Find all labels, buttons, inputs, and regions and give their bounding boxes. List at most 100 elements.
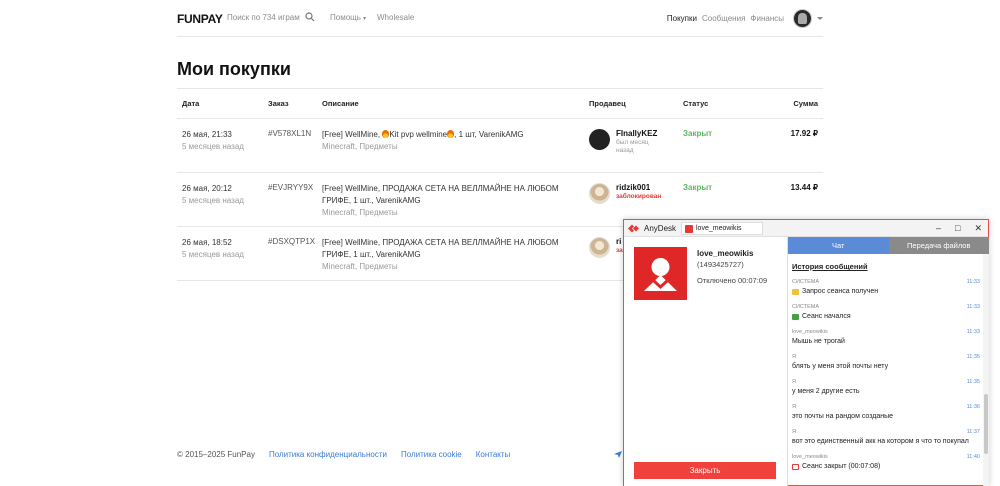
cookie-link[interactable]: Политика cookie bbox=[401, 450, 462, 459]
message-text: у меня 2 другие есть bbox=[792, 388, 860, 395]
seller-avatar[interactable] bbox=[589, 183, 610, 204]
close-session-button[interactable]: Закрыть bbox=[634, 462, 776, 479]
logo-text: FUNPAY bbox=[177, 12, 223, 26]
message-sender: love_meowikis bbox=[792, 454, 828, 460]
message-sender: Я bbox=[792, 429, 796, 435]
order-id[interactable]: #EVJRYY9X bbox=[268, 183, 313, 192]
chat-message: СИСТЕМА 11:33 Сеанс начался bbox=[792, 304, 980, 320]
seller-info: FInallyKEZ был месяц назад bbox=[616, 129, 664, 155]
scrollbar-thumb[interactable] bbox=[984, 394, 988, 454]
close-icon[interactable]: ✕ bbox=[974, 223, 982, 234]
session-panel: love_meowikis (1493425727) Отключено 00:… bbox=[624, 237, 787, 486]
session-started-icon bbox=[792, 313, 799, 320]
message-meta: love_meowikis 11:40 bbox=[792, 454, 980, 460]
session-tab[interactable]: love_meowikis bbox=[681, 222, 763, 235]
nav-messages[interactable]: Сообщения bbox=[702, 14, 745, 23]
chevron-down-icon[interactable] bbox=[817, 17, 823, 20]
message-meta: Я 11:35 bbox=[792, 379, 980, 385]
chat-message: love_meowikis 11:40 Сеанс закрыт (00:07:0… bbox=[792, 454, 980, 470]
message-body: Сеанс закрыт (00:07:08) bbox=[792, 463, 980, 470]
chat-message: Я 11:37 вот это единственный акк на котор… bbox=[792, 429, 980, 445]
col-sum: Сумма bbox=[793, 99, 818, 108]
session-closed-icon bbox=[792, 463, 799, 470]
search-icon[interactable] bbox=[305, 12, 315, 22]
search-input[interactable]: Поиск по 734 играм bbox=[227, 13, 300, 22]
tab-file-transfer[interactable]: Передача файлов bbox=[888, 237, 989, 254]
order-id[interactable]: #DSXQTP1X bbox=[268, 237, 315, 246]
avatar[interactable] bbox=[793, 9, 812, 28]
copyright: © 2015–2025 FunPay bbox=[177, 450, 255, 459]
order-description: [Free] WellMine, ПРОДАЖА СЕТА НА ВЕЛЛМАЙ… bbox=[322, 183, 580, 219]
seller[interactable]: ridzik001 заблокирован bbox=[589, 183, 664, 204]
message-sender: Я bbox=[792, 404, 796, 410]
description-category: Minecraft, Предметы bbox=[322, 142, 398, 151]
wholesale-link[interactable]: Wholesale bbox=[377, 13, 414, 22]
message-body: у меня 2 другие есть bbox=[792, 388, 980, 395]
telegram-icon[interactable] bbox=[614, 450, 622, 458]
maximize-icon[interactable]: □ bbox=[955, 223, 960, 234]
date-ago: 5 месяцев назад bbox=[182, 250, 244, 259]
anydesk-window: AnyDesk love_meowikis – □ ✕ love_meowiki… bbox=[623, 219, 989, 486]
message-body: Мышь не трогай bbox=[792, 338, 980, 345]
seller-avatar[interactable] bbox=[589, 129, 610, 150]
date-ago: 5 месяцев назад bbox=[182, 142, 244, 151]
connection-state: Отключено 00:07:09 bbox=[697, 276, 768, 285]
message-meta: love_meowikis 11:33 bbox=[792, 329, 980, 335]
nav-finances[interactable]: Финансы bbox=[750, 14, 784, 23]
col-seller: Продавец bbox=[589, 99, 626, 108]
message-text: Мышь не трогай bbox=[792, 338, 845, 345]
chevron-down-icon: ▾ bbox=[363, 16, 367, 22]
session-icon bbox=[685, 225, 693, 233]
desc-part: [Free] WellMine, bbox=[322, 130, 383, 139]
message-meta: СИСТЕМА 11:33 bbox=[792, 279, 980, 285]
message-text: Запрос сеанса получен bbox=[802, 288, 879, 295]
contacts-link[interactable]: Контакты bbox=[476, 450, 511, 459]
user-avatar-icon bbox=[644, 258, 677, 291]
seller-name[interactable]: ridzik001 bbox=[616, 183, 664, 193]
chat-panel: Чат Передача файлов История сообщений СИ… bbox=[787, 237, 989, 486]
anydesk-titlebar[interactable]: AnyDesk love_meowikis – □ ✕ bbox=[624, 220, 988, 237]
help-menu[interactable]: Помощь ▾ bbox=[330, 13, 366, 22]
message-body: Запрос сеанса получен bbox=[792, 288, 980, 295]
desc-part: , 1 шт, VarenikAMG bbox=[454, 130, 524, 139]
order-date: 26 мая, 21:33 5 месяцев назад bbox=[182, 129, 244, 153]
message-sender: СИСТЕМА bbox=[792, 304, 819, 310]
message-text: это почты на рандом созданые bbox=[792, 413, 894, 420]
seller[interactable]: FInallyKEZ был месяц назад bbox=[589, 129, 664, 155]
funpay-logo[interactable]: FUNPAY bbox=[177, 12, 223, 26]
status-badge: Закрыт bbox=[683, 183, 713, 192]
message-meta: Я 11:37 bbox=[792, 429, 980, 435]
order-date: 26 мая, 20:12 5 месяцев назад bbox=[182, 183, 244, 207]
order-id[interactable]: #V578XL1N bbox=[268, 129, 311, 138]
tab-chat[interactable]: Чат bbox=[788, 237, 889, 254]
seller-info: ridzik001 заблокирован bbox=[616, 183, 664, 204]
table-row[interactable]: 26 мая, 21:33 5 месяцев назад #V578XL1N … bbox=[177, 119, 823, 173]
session-request-icon bbox=[792, 288, 799, 295]
privacy-link[interactable]: Политика конфиденциальности bbox=[269, 450, 387, 459]
order-sum: 17.92 ₽ bbox=[790, 129, 818, 138]
message-sender: Я bbox=[792, 379, 796, 385]
message-time: 11:33 bbox=[966, 279, 980, 285]
chat-scrollbar[interactable] bbox=[983, 254, 989, 486]
message-body: это почты на рандом созданые bbox=[792, 413, 980, 420]
order-date: 26 мая, 18:52 5 месяцев назад bbox=[182, 237, 244, 261]
date-value: 26 мая, 20:12 bbox=[182, 184, 232, 193]
col-order: Заказ bbox=[268, 99, 289, 108]
remote-user-id: (1493425727) bbox=[697, 260, 744, 269]
message-time: 11:35 bbox=[966, 379, 980, 385]
remote-user-name: love_meowikis bbox=[697, 249, 754, 258]
page-title: Мои покупки bbox=[177, 59, 291, 79]
nav-purchases[interactable]: Покупки bbox=[667, 14, 697, 23]
order-sum: 13.44 ₽ bbox=[790, 183, 818, 192]
seller-last-seen: был месяц назад bbox=[616, 139, 649, 154]
chat-message: Я 11:35 блять у меня этой почты нету bbox=[792, 354, 980, 370]
anydesk-app-name: AnyDesk bbox=[644, 224, 677, 233]
seller-avatar[interactable] bbox=[589, 237, 610, 258]
order-description: [Free] WellMine, Kit pvp wellmine , 1 шт,… bbox=[322, 129, 580, 153]
table-header: Дата Заказ Описание Продавец Статус Сумм… bbox=[177, 88, 823, 119]
minimize-icon[interactable]: – bbox=[936, 223, 941, 234]
description-category: Minecraft, Предметы bbox=[322, 262, 398, 271]
desc-part: Kit pvp wellmine bbox=[389, 130, 448, 139]
order-description: [Free] WellMine, ПРОДАЖА СЕТА НА ВЕЛЛМАЙ… bbox=[322, 237, 580, 273]
seller-name[interactable]: FInallyKEZ bbox=[616, 129, 664, 139]
